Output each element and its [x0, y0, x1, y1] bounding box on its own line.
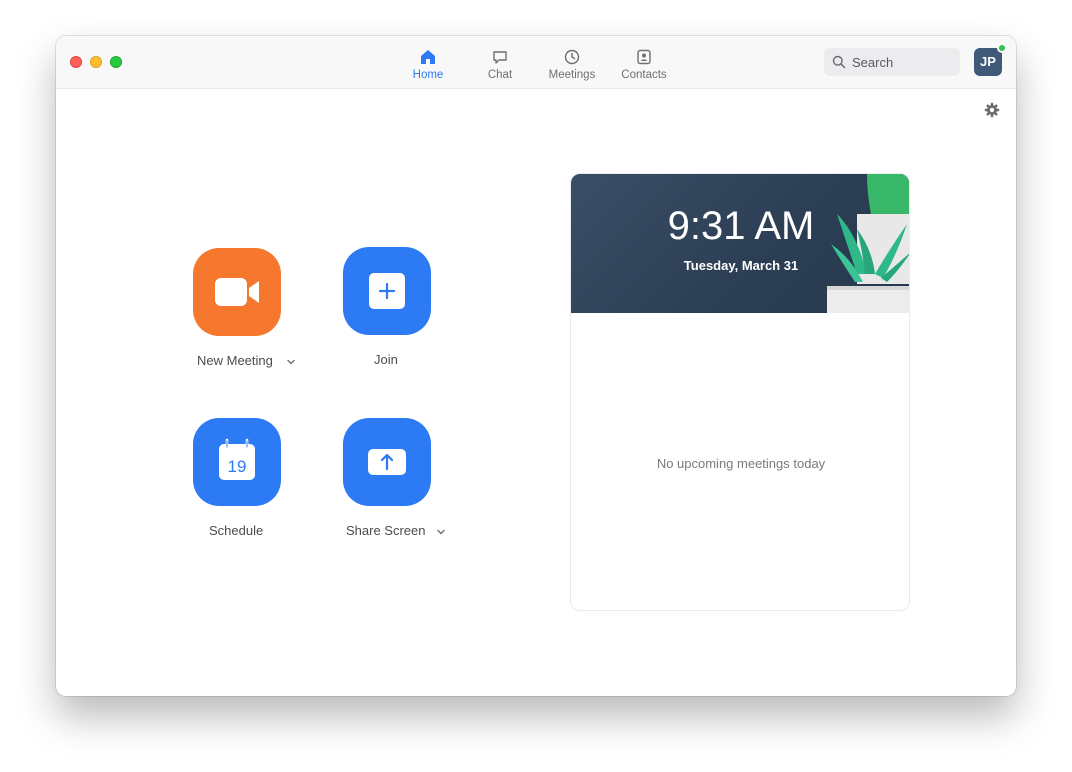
tab-meetings[interactable]: Meetings	[536, 36, 608, 89]
empty-meetings-message: No upcoming meetings today	[656, 456, 826, 471]
avatar[interactable]: JP	[974, 48, 1002, 76]
gear-icon[interactable]	[984, 102, 1000, 118]
chat-bubble-icon	[493, 51, 507, 64]
search-input[interactable]: Search	[824, 48, 960, 76]
clock-banner: 9:31 AM Tuesday, March 31	[571, 174, 909, 313]
join-button[interactable]	[343, 247, 431, 335]
share-screen-button[interactable]	[343, 418, 431, 506]
title-bar: Home Chat Meetings Contacts Search JP	[56, 36, 1016, 89]
tab-chat-label: Chat	[487, 69, 513, 81]
clock-icon	[564, 49, 580, 65]
app-window: Home Chat Meetings Contacts Search JP Ne…	[56, 36, 1016, 696]
tab-contacts[interactable]: Contacts	[608, 36, 680, 89]
calendar-icon: 19	[219, 438, 255, 480]
presence-status-dot	[997, 43, 1007, 53]
chevron-down-icon[interactable]	[286, 357, 296, 367]
search-placeholder: Search	[852, 55, 894, 70]
share-arrow-up-icon	[368, 449, 406, 475]
home-icon	[421, 50, 435, 64]
window-maximize-button[interactable]	[110, 56, 122, 68]
window-minimize-button[interactable]	[90, 56, 102, 68]
tab-meetings-label: Meetings	[548, 69, 596, 81]
current-time: 9:31 AM	[667, 204, 815, 248]
calendar-day-number: 19	[228, 457, 247, 476]
chevron-down-icon[interactable]	[436, 527, 446, 537]
tab-home-label: Home	[412, 69, 444, 81]
new-meeting-button[interactable]	[193, 248, 281, 336]
tab-chat[interactable]: Chat	[464, 36, 536, 89]
tab-contacts-label: Contacts	[621, 69, 667, 81]
search-icon	[832, 55, 846, 69]
upcoming-meetings-card: 9:31 AM Tuesday, March 31 No upcoming me…	[570, 173, 910, 611]
contact-card-icon	[637, 49, 651, 65]
window-close-button[interactable]	[70, 56, 82, 68]
plus-icon	[369, 273, 405, 309]
schedule-label: Schedule	[209, 523, 264, 538]
new-meeting-label: New Meeting	[197, 353, 273, 368]
current-date: Tuesday, March 31	[683, 258, 799, 273]
join-label: Join	[374, 352, 398, 367]
schedule-button[interactable]: 19	[193, 418, 281, 506]
share-screen-label: Share Screen	[346, 523, 426, 538]
video-camera-icon	[215, 278, 259, 306]
tab-home[interactable]: Home	[392, 36, 464, 89]
